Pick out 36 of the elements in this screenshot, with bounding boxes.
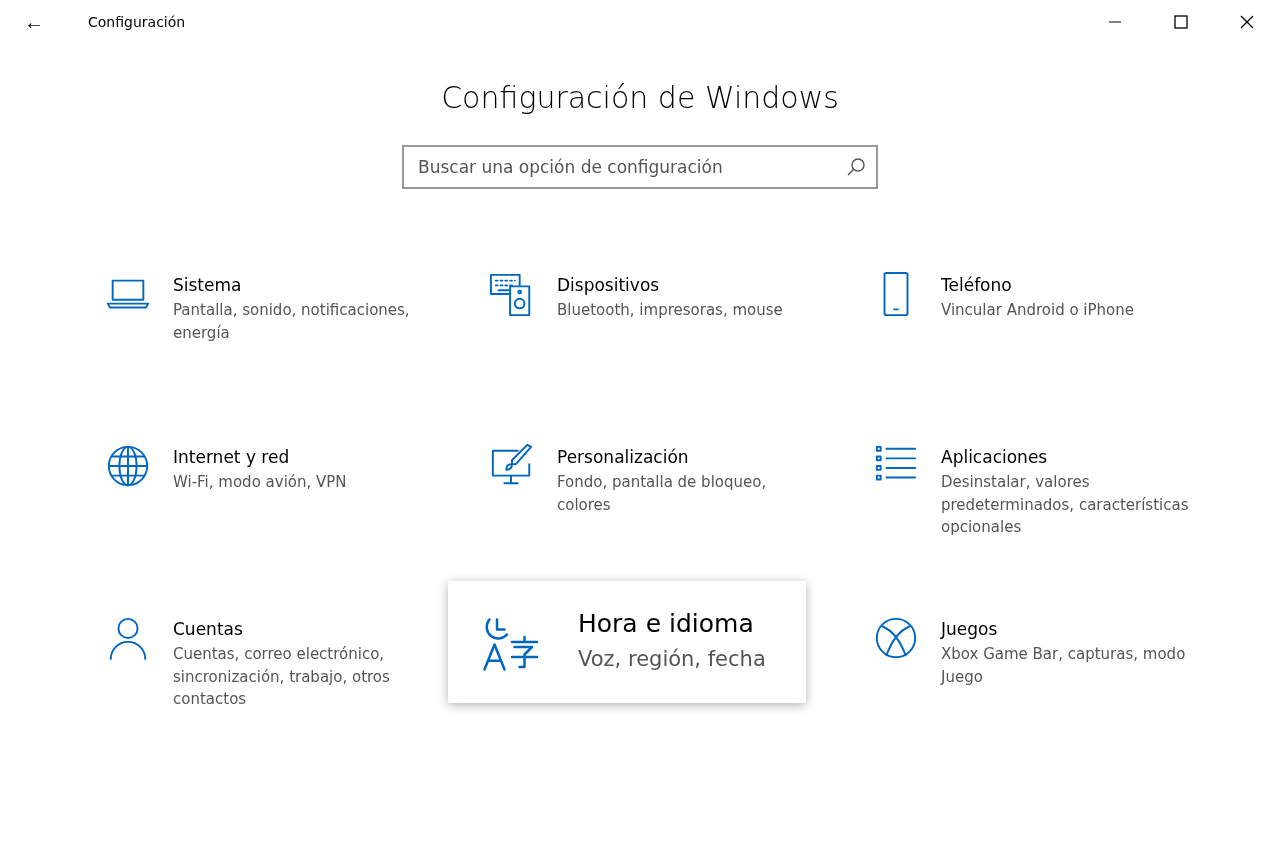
search-field[interactable]: Buscar una opción de configuración [402,145,878,189]
back-button[interactable]: ← [0,0,68,44]
category-description: Xbox Game Bar, capturas, modo Juego [941,644,1187,688]
settings-category[interactable]: Teléfono Vincular Android o iPhone [856,271,1134,322]
category-title: Personalización [557,447,690,467]
category-description: Fondo, pantalla de bloqueo, colores [557,472,768,516]
category-title: Hora e idioma [578,608,755,638]
category-description: Voz, región, fecha [578,645,766,673]
xbox-icon [873,615,919,661]
category-title: Juegos [941,619,999,639]
page-heading: Configuración de Windows [440,80,840,115]
category-title: Cuentas [173,619,244,639]
window-title: Configuración [88,14,187,30]
settings-category[interactable]: Hora e idioma Voz, región, fecha [448,581,806,703]
category-title: Internet y red [173,447,291,467]
category-description: Desinstalar, valores predeterminados, características opcionales [941,472,1190,538]
settings-category[interactable]: Sistema Pantalla, sonido, notificaciones, energía [88,271,423,344]
settings-category[interactable]: Juegos Xbox Game Bar, capturas, modo Juego [856,615,1191,688]
settings-category[interactable]: Internet y red Wi-Fi, modo avión, VPN [88,443,347,494]
close-icon [1240,15,1254,29]
maximize-icon [1174,15,1188,29]
category-title: Dispositivos [557,275,661,295]
category-description: Cuentas, correo electrónico, sincronización, trabajo, otros contactos [173,644,391,710]
settings-category[interactable]: Cuentas Cuentas, correo electrónico, sincronización, trabajo, otros contactos [88,615,423,711]
category-description: Bluetooth, impresoras, mouse [557,300,783,321]
category-description: Pantalla, sonido, notificaciones, energía [173,300,411,344]
category-description: Wi-Fi, modo avión, VPN [173,472,347,493]
category-title: Teléfono [941,275,1013,295]
settings-category[interactable]: Aplicaciones Desinstalar, valores predeterminados, características opcionales [856,443,1191,539]
globe-icon [105,443,151,489]
category-title: Aplicaciones [941,447,1049,467]
category-description: Vincular Android o iPhone [941,300,1134,321]
category-title: Sistema [173,275,243,295]
settings-category[interactable]: Dispositivos Bluetooth, impresoras, mouse [472,271,783,322]
settings-category[interactable]: Personalización Fondo, pantalla de bloqueo, colores [472,443,807,516]
search-icon [846,157,866,177]
